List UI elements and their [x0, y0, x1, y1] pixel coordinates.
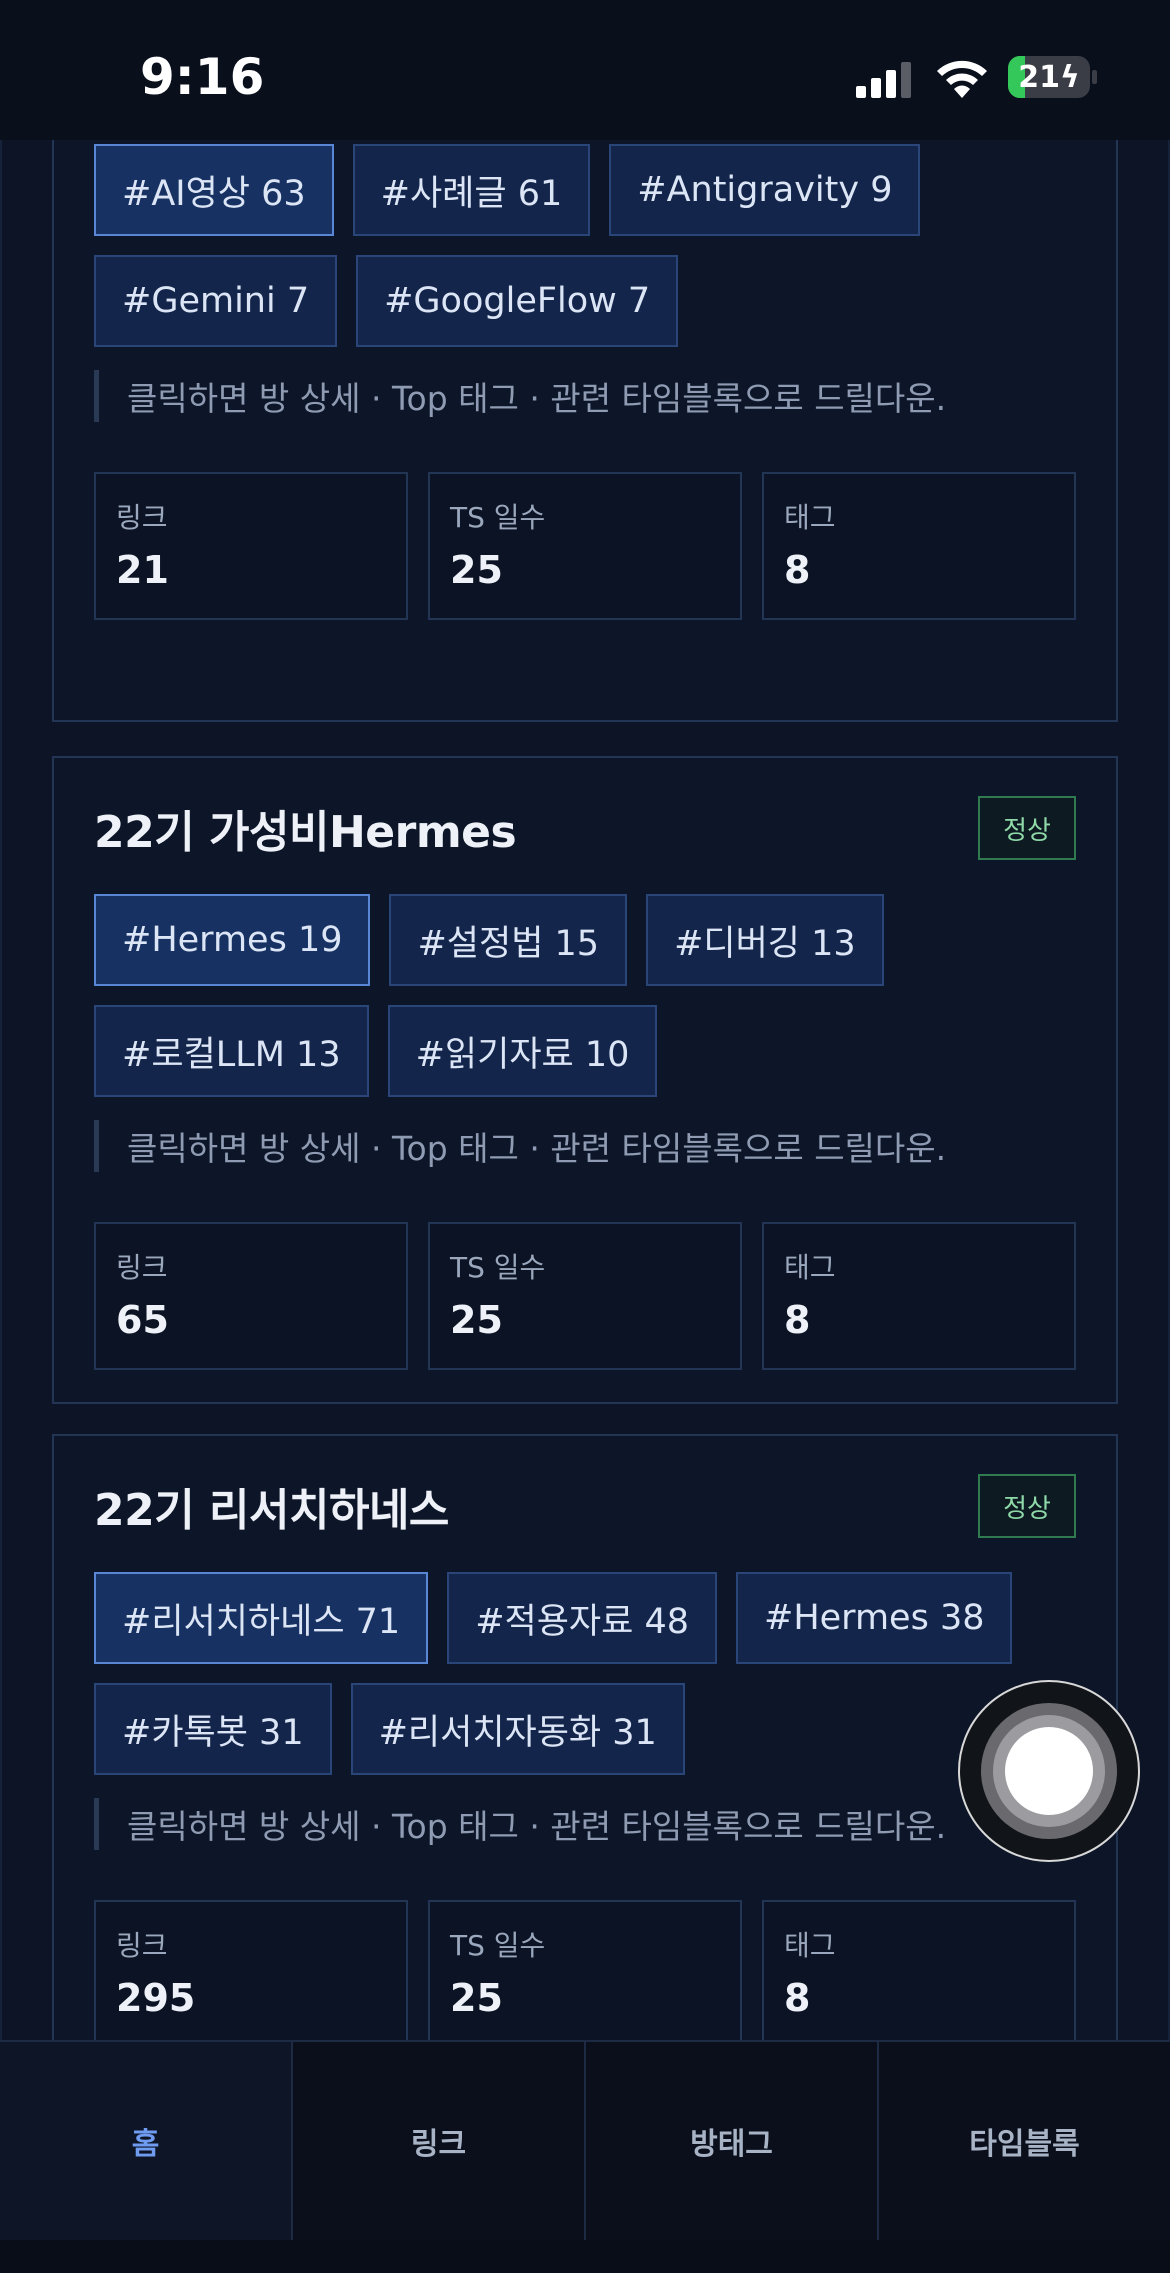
charging-bolt-icon: ϟ — [1059, 59, 1080, 95]
tag-chip[interactable]: #리서치자동화 31 — [350, 1683, 685, 1775]
room-card[interactable]: 22기 가성비Hermes 정상 #Hermes 19 #설정법 15 #디버깅 13 #… — [52, 756, 1118, 1404]
tag-list: #Hermes 19 #설정법 15 #디버깅 13 #로컬LLM 13 #읽기자료 1… — [94, 894, 1084, 1116]
stat-label: TS 일수 — [450, 501, 546, 534]
stat-label: 링크 — [116, 1929, 168, 1962]
home-indicator-area — [0, 2240, 1170, 2273]
tag-row: #리서치하네스 71 #적용자료 48 #Hermes 38 — [94, 1572, 1084, 1664]
tag-row: #카톡봇 31 #리서치자동화 31 — [94, 1683, 1084, 1775]
stat-box: TS 일수 25 — [428, 472, 742, 620]
drilldown-hint: 클릭하면 방 상세 · Top 태그 · 관련 타임블록으로 드릴다운. — [94, 1120, 946, 1172]
tag-chip[interactable]: #Hermes 38 — [736, 1572, 1013, 1664]
tag-chip[interactable]: #Antigravity 9 — [609, 144, 921, 236]
stat-label: 링크 — [116, 501, 168, 534]
drilldown-hint: 클릭하면 방 상세 · Top 태그 · 관련 타임블록으로 드릴다운. — [94, 1798, 946, 1850]
tag-chip[interactable]: #설정법 15 — [389, 894, 628, 986]
tag-row: #AI영상 63 #사례글 61 #Antigravity 9 — [94, 144, 1084, 236]
stat-label: TS 일수 — [450, 1929, 546, 1962]
tag-chip[interactable]: #리서치하네스 71 — [94, 1572, 429, 1664]
stat-label: 태그 — [784, 1251, 836, 1284]
tag-chip[interactable]: #Hermes 19 — [94, 894, 371, 986]
tag-list: #리서치하네스 71 #적용자료 48 #Hermes 38 #카톡봇 31 #리서치자… — [94, 1572, 1084, 1794]
battery-cap — [1092, 70, 1097, 84]
stat-value: 25 — [450, 1298, 503, 1342]
tag-chip[interactable]: #Gemini 7 — [94, 255, 338, 347]
frame-edge-left — [0, 0, 2, 2045]
stat-box: TS 일수 25 — [428, 1900, 742, 2045]
stat-box: 링크 21 — [94, 472, 408, 620]
room-title: 22기 가성비Hermes — [94, 807, 517, 858]
stat-box: 태그 8 — [762, 1222, 1076, 1370]
status-badge: 정상 — [978, 1474, 1076, 1538]
stat-box: 링크 65 — [94, 1222, 408, 1370]
stat-box: 태그 8 — [762, 1900, 1076, 2045]
stats-row: 링크 21 TS 일수 25 태그 8 — [94, 472, 1076, 620]
tag-list: #AI영상 63 #사례글 61 #Antigravity 9 #Gemini 7 #G… — [94, 144, 1084, 366]
battery-level-text: 21 ϟ — [1018, 59, 1080, 95]
drilldown-hint: 클릭하면 방 상세 · Top 태그 · 관련 타임블록으로 드릴다운. — [94, 370, 946, 422]
tag-chip[interactable]: #GoogleFlow 7 — [356, 255, 679, 347]
tag-row: #Gemini 7 #GoogleFlow 7 — [94, 255, 1084, 347]
room-title: 22기 리서치하네스 — [94, 1485, 449, 1536]
app-screen: 22기 클팀영상정상#AI영상 63#사례글 61#Antigravity 9#… — [0, 0, 1170, 2273]
stats-row: 링크 295 TS 일수 25 태그 8 — [94, 1900, 1076, 2045]
wifi-icon — [937, 60, 987, 98]
battery-icon: 21 ϟ — [1008, 56, 1090, 98]
stat-value: 21 — [116, 548, 169, 592]
tab-room-tags[interactable]: 방태그 — [586, 2042, 879, 2240]
stat-value: 295 — [116, 1976, 196, 2020]
tab-links[interactable]: 링크 — [293, 2042, 586, 2240]
status-badge: 정상 — [978, 796, 1076, 860]
stat-label: 태그 — [784, 1929, 836, 1962]
tag-chip[interactable]: #카톡봇 31 — [94, 1683, 332, 1775]
status-time: 9:16 — [140, 48, 265, 106]
stat-value: 8 — [784, 548, 811, 592]
assistive-touch-icon[interactable] — [958, 1680, 1140, 1862]
tab-home[interactable]: 홈 — [0, 2042, 293, 2240]
stats-row: 링크 65 TS 일수 25 태그 8 — [94, 1222, 1076, 1370]
stat-box: 링크 295 — [94, 1900, 408, 2045]
stat-value: 65 — [116, 1298, 169, 1342]
stat-label: TS 일수 — [450, 1251, 546, 1284]
tag-row: #로컬LLM 13 #읽기자료 10 — [94, 1005, 1084, 1097]
tag-chip[interactable]: #사례글 61 — [352, 144, 591, 236]
stat-value: 25 — [450, 1976, 503, 2020]
tag-row: #Hermes 19 #설정법 15 #디버깅 13 — [94, 894, 1084, 986]
cellular-signal-icon — [856, 62, 911, 98]
stat-value: 8 — [784, 1298, 811, 1342]
stat-label: 태그 — [784, 501, 836, 534]
stat-label: 링크 — [116, 1251, 168, 1284]
tab-time-blocks[interactable]: 타임블록 — [879, 2042, 1170, 2240]
tag-chip[interactable]: #적용자료 48 — [447, 1572, 717, 1664]
stat-value: 8 — [784, 1976, 811, 2020]
tag-chip[interactable]: #로컬LLM 13 — [94, 1005, 369, 1097]
tag-chip[interactable]: #읽기자료 10 — [387, 1005, 658, 1097]
bottom-tab-bar: 홈 링크 방태그 타임블록 — [0, 2040, 1170, 2240]
stat-box: 태그 8 — [762, 472, 1076, 620]
tag-chip[interactable]: #디버깅 13 — [646, 894, 884, 986]
stat-value: 25 — [450, 548, 503, 592]
tag-chip[interactable]: #AI영상 63 — [94, 144, 334, 236]
room-card[interactable]: 22기 리서치하네스 정상 #리서치하네스 71 #적용자료 48 #Hermes 38… — [52, 1434, 1118, 2045]
stat-box: TS 일수 25 — [428, 1222, 742, 1370]
status-bar: 9:16 21 ϟ — [0, 0, 1170, 140]
